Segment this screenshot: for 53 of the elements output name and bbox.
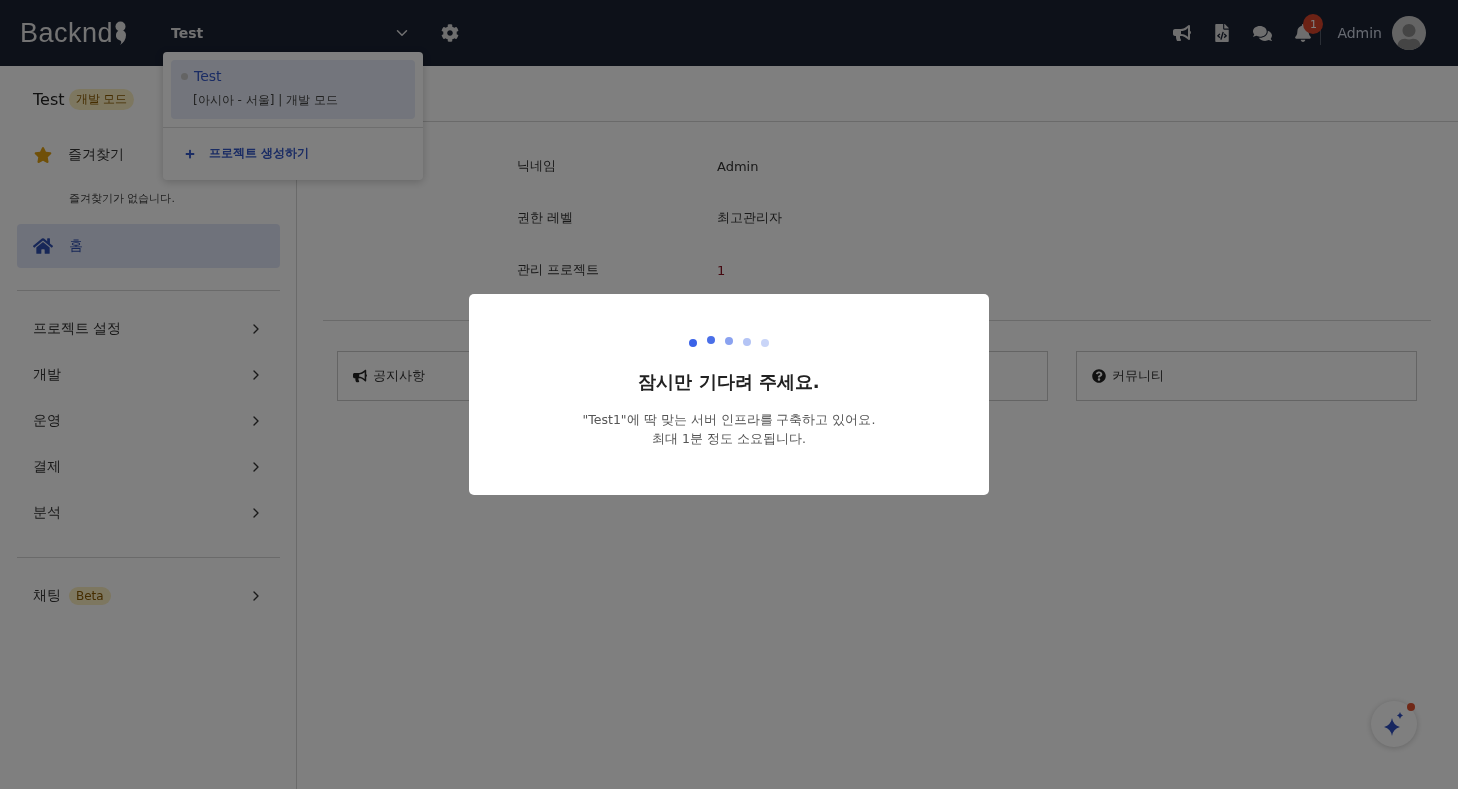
- home-icon: [33, 236, 53, 256]
- megaphone-icon[interactable]: [1173, 24, 1192, 42]
- logo-mark-icon: [115, 21, 127, 45]
- favorites-title[interactable]: 즐겨찾기: [68, 146, 124, 164]
- project-option-meta: [아시아 - 서울] | 개발 모드: [192, 92, 339, 109]
- assistant-button[interactable]: [1371, 701, 1417, 747]
- project-selector[interactable]: Test: [171, 24, 411, 42]
- nav-item[interactable]: 프로젝트 설정: [17, 307, 280, 351]
- nav-label: 프로젝트 설정: [33, 320, 122, 338]
- avatar[interactable]: [1392, 16, 1426, 50]
- dialog-message: 최대 1분 정도 소요됩니다.: [652, 430, 806, 448]
- info-label: 닉네임: [517, 157, 557, 175]
- create-project-button[interactable]: 프로젝트 생성하기: [163, 127, 423, 180]
- info-value: Admin: [717, 157, 760, 176]
- project-option[interactable]: Test [아시아 - 서울] | 개발 모드: [171, 60, 415, 119]
- notification-badge: 1: [1303, 14, 1324, 34]
- nav-item[interactable]: 운영: [17, 399, 280, 443]
- info-label: 권한 레벨: [517, 209, 575, 227]
- loading-dots-icon: [688, 336, 770, 348]
- nav-item[interactable]: 홈: [17, 224, 280, 268]
- dialog-title: 잠시만 기다려 주세요.: [638, 370, 820, 394]
- chat-icon[interactable]: [1253, 23, 1273, 43]
- nav-item[interactable]: 개발: [17, 353, 280, 397]
- link-card[interactable]: 커뮤니티: [1075, 351, 1417, 401]
- dialog-message: "Test1"에 딱 맞는 서버 인프라를 구축하고 있어요.: [582, 411, 876, 429]
- info-value: 1: [717, 261, 727, 280]
- user-name[interactable]: Admin: [1337, 25, 1382, 41]
- nav-label: 채팅: [33, 587, 61, 605]
- help-icon: [1091, 369, 1106, 383]
- project-name: Test: [33, 89, 65, 109]
- info-value: 최고관리자: [717, 209, 783, 227]
- project-option-name: Test: [194, 68, 222, 84]
- empty-favorites-text: 즐겨찾기가 없습니다.: [68, 191, 176, 207]
- nav-item[interactable]: 분석: [17, 491, 280, 535]
- star-icon: [34, 146, 52, 164]
- nav-label: 결제: [33, 458, 61, 476]
- notification-dot: [1407, 703, 1415, 711]
- nav-item[interactable]: 채팅 Beta: [17, 574, 280, 618]
- beta-badge: Beta: [69, 587, 111, 605]
- nav-label: 개발: [33, 366, 61, 384]
- settings-icon[interactable]: [441, 24, 459, 42]
- mode-badge: 개발 모드: [68, 88, 135, 110]
- status-dot: [181, 72, 188, 80]
- sparkle-icon: [1383, 712, 1405, 736]
- megaphone-icon: [353, 369, 367, 383]
- logo[interactable]: Backnd: [20, 17, 171, 49]
- info-label: 관리 프로젝트: [517, 261, 601, 279]
- nav-item[interactable]: 결제: [17, 445, 280, 489]
- plus-icon: [185, 148, 195, 159]
- nav-label: 운영: [33, 412, 61, 430]
- nav-label: 분석: [33, 504, 61, 522]
- nav-label: 홈: [69, 237, 83, 255]
- code-file-icon[interactable]: [1213, 24, 1232, 42]
